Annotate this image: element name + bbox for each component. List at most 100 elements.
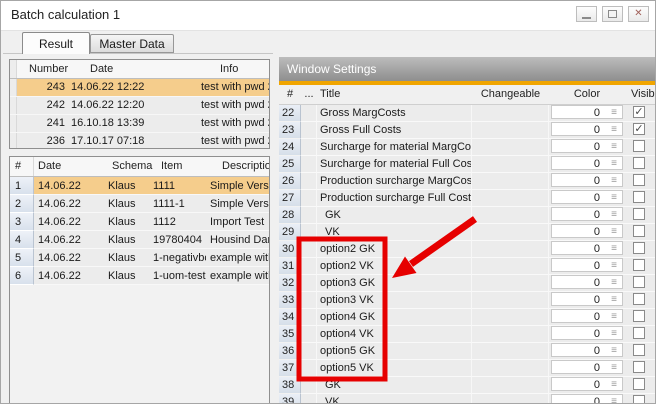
table-row[interactable]: 38GK0≡ xyxy=(279,377,656,394)
table-row[interactable]: 27Production surcharge Full Costs0≡ xyxy=(279,190,656,207)
visible-checkbox[interactable] xyxy=(633,276,645,288)
column-header-info[interactable]: Info xyxy=(215,60,269,78)
table-row[interactable]: 34option4 GK0≡ xyxy=(279,309,656,326)
visible-checkbox[interactable] xyxy=(633,208,645,220)
visible-checkbox[interactable] xyxy=(633,140,645,152)
minimize-button[interactable] xyxy=(576,6,597,22)
table-row[interactable]: 39VK0≡ xyxy=(279,394,656,404)
color-value-box[interactable]: 0≡ xyxy=(551,190,623,204)
table-row[interactable]: 24214.06.22 12:20test with pwd 2 xyxy=(10,97,269,115)
setting-changeable-cell[interactable] xyxy=(472,190,549,207)
setting-changeable-cell[interactable] xyxy=(472,343,549,360)
visible-checkbox[interactable] xyxy=(633,191,645,203)
column-header-changeable[interactable]: Changeable xyxy=(472,85,549,104)
column-header-color[interactable]: Color xyxy=(549,85,625,104)
visible-checkbox[interactable] xyxy=(633,259,645,271)
color-value-box[interactable]: 0≡ xyxy=(551,360,623,374)
color-value-box[interactable]: 0≡ xyxy=(551,377,623,391)
column-header-date[interactable]: Date xyxy=(80,60,215,78)
table-row[interactable]: 414.06.22Klaus19780404Housind Dam xyxy=(10,231,269,249)
color-value-box[interactable]: 0≡ xyxy=(551,241,623,255)
column-header-description[interactable]: Description xyxy=(218,157,269,176)
column-header-schema[interactable]: Schema xyxy=(108,157,157,176)
column-header-item[interactable]: Item xyxy=(157,157,218,176)
color-value-box[interactable]: 0≡ xyxy=(551,292,623,306)
color-value-box[interactable]: 0≡ xyxy=(551,224,623,238)
color-value-box[interactable]: 0≡ xyxy=(551,173,623,187)
color-value-box[interactable]: 0≡ xyxy=(551,326,623,340)
table-row[interactable]: 31option2 VK0≡ xyxy=(279,258,656,275)
setting-changeable-cell[interactable] xyxy=(472,309,549,326)
visible-checkbox[interactable]: ✓ xyxy=(633,123,645,135)
visible-checkbox[interactable] xyxy=(633,378,645,390)
column-header-number[interactable]: Number xyxy=(17,60,80,78)
table-row[interactable]: 26Production surcharge MargCosts0≡ xyxy=(279,173,656,190)
visible-checkbox[interactable] xyxy=(633,225,645,237)
table-row[interactable]: 23Gross Full Costs0≡✓ xyxy=(279,122,656,139)
setting-changeable-cell[interactable] xyxy=(472,275,549,292)
table-row[interactable]: 33option3 VK0≡ xyxy=(279,292,656,309)
setting-changeable-cell[interactable] xyxy=(472,207,549,224)
column-header-dots[interactable]: ... xyxy=(301,85,317,104)
visible-checkbox[interactable] xyxy=(633,361,645,373)
close-button[interactable]: ✕ xyxy=(628,6,649,22)
table-row[interactable]: 114.06.22Klaus1111Simple Version xyxy=(10,177,269,195)
setting-changeable-cell[interactable] xyxy=(472,224,549,241)
color-value-box[interactable]: 0≡ xyxy=(551,156,623,170)
column-header-visible[interactable]: Visible xyxy=(631,85,656,104)
setting-changeable-cell[interactable] xyxy=(472,326,549,343)
table-row[interactable]: 23617.10.17 07:18test with pwd 2 xyxy=(10,133,269,149)
table-row[interactable]: 29VK0≡ xyxy=(279,224,656,241)
color-value-box[interactable]: 0≡ xyxy=(551,343,623,357)
table-row[interactable]: 30option2 GK0≡ xyxy=(279,241,656,258)
column-header-title[interactable]: Title xyxy=(320,85,340,104)
table-row[interactable]: 214.06.22Klaus1111-1Simple Version xyxy=(10,195,269,213)
table-row[interactable]: 36option5 GK0≡ xyxy=(279,343,656,360)
tab-master-data[interactable]: Master Data xyxy=(90,34,174,53)
tab-result[interactable]: Result xyxy=(22,32,90,54)
setting-changeable-cell[interactable] xyxy=(472,377,549,394)
visible-checkbox[interactable] xyxy=(633,344,645,356)
color-value-box[interactable]: 0≡ xyxy=(551,122,623,136)
setting-changeable-cell[interactable] xyxy=(472,173,549,190)
setting-changeable-cell[interactable] xyxy=(472,139,549,156)
column-header-date[interactable]: Date xyxy=(34,157,108,176)
column-header-num[interactable]: # xyxy=(10,157,34,176)
setting-changeable-cell[interactable] xyxy=(472,360,549,377)
visible-checkbox[interactable]: ✓ xyxy=(633,106,645,118)
table-row[interactable]: 24116.10.18 13:39test with pwd 2 xyxy=(10,115,269,133)
setting-changeable-cell[interactable] xyxy=(472,292,549,309)
setting-changeable-cell[interactable] xyxy=(472,258,549,275)
color-value-box[interactable]: 0≡ xyxy=(551,394,623,404)
setting-changeable-cell[interactable] xyxy=(472,241,549,258)
table-row[interactable]: 37option5 VK0≡ xyxy=(279,360,656,377)
setting-changeable-cell[interactable] xyxy=(472,105,549,122)
color-value-box[interactable]: 0≡ xyxy=(551,258,623,272)
color-value-box[interactable]: 0≡ xyxy=(551,105,623,119)
maximize-button[interactable] xyxy=(602,6,623,22)
table-row[interactable]: 314.06.22Klaus1112Import Test xyxy=(10,213,269,231)
color-value-box[interactable]: 0≡ xyxy=(551,139,623,153)
table-row[interactable]: 25Surcharge for material Full Costs0≡ xyxy=(279,156,656,173)
table-row[interactable]: 22Gross MargCosts0≡✓ xyxy=(279,105,656,122)
color-value-box[interactable]: 0≡ xyxy=(551,275,623,289)
visible-checkbox[interactable] xyxy=(633,157,645,169)
table-row[interactable]: 28GK0≡ xyxy=(279,207,656,224)
table-row[interactable]: 32option3 GK0≡ xyxy=(279,275,656,292)
table-row[interactable]: 514.06.22Klaus1-negativbcexample with xyxy=(10,249,269,267)
visible-checkbox[interactable] xyxy=(633,242,645,254)
table-row[interactable]: 35option4 VK0≡ xyxy=(279,326,656,343)
color-value-box[interactable]: 0≡ xyxy=(551,207,623,221)
visible-checkbox[interactable] xyxy=(633,310,645,322)
setting-changeable-cell[interactable] xyxy=(472,394,549,404)
color-value-box[interactable]: 0≡ xyxy=(551,309,623,323)
visible-checkbox[interactable] xyxy=(633,174,645,186)
visible-checkbox[interactable] xyxy=(633,327,645,339)
table-row[interactable]: 614.06.22Klaus1-uom-testexample with xyxy=(10,267,269,285)
setting-changeable-cell[interactable] xyxy=(472,156,549,173)
table-row[interactable]: 24Surcharge for material MargCosts0≡ xyxy=(279,139,656,156)
setting-changeable-cell[interactable] xyxy=(472,122,549,139)
column-header-num[interactable]: # xyxy=(279,85,301,104)
table-row[interactable]: 24314.06.22 12:22test with pwd 2 xyxy=(10,79,269,97)
visible-checkbox[interactable] xyxy=(633,293,645,305)
